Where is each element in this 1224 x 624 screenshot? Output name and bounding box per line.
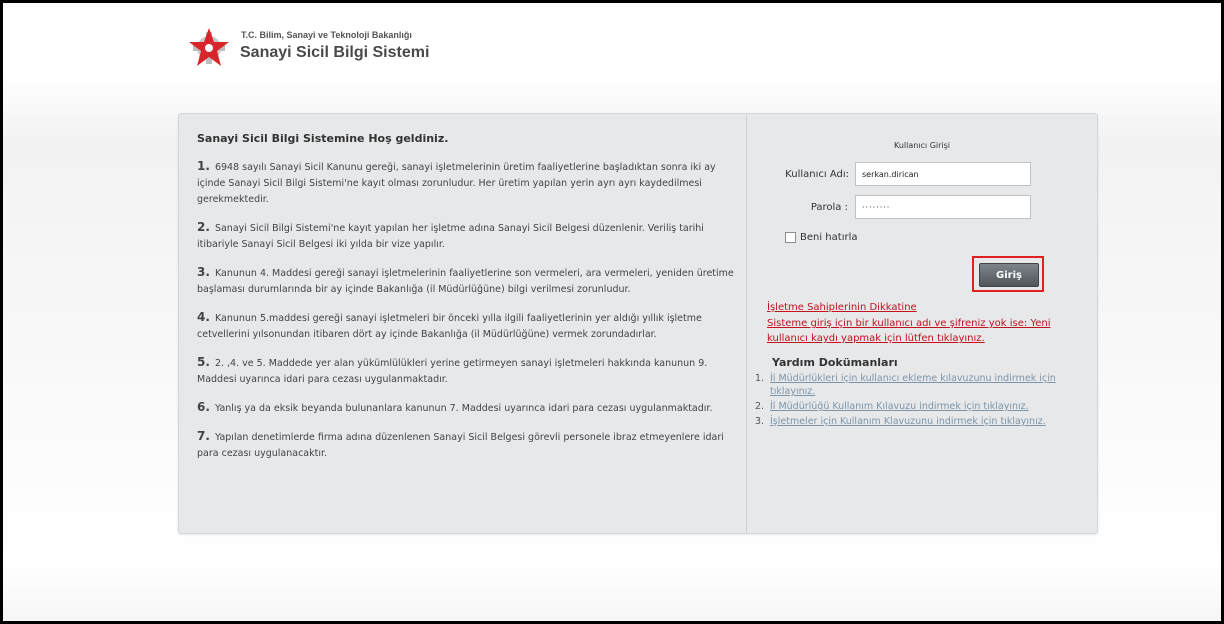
info-paragraph: 3. Kanunun 4. Maddesi gereği sanayi işle… [197, 264, 737, 298]
paragraph-number: 2. [197, 220, 210, 234]
login-button-highlight: Giriş [972, 256, 1044, 292]
info-paragraph: 7. Yapılan denetimlerde firma adına düze… [197, 428, 737, 462]
system-title: Sanayi Sicil Bilgi Sistemi [240, 44, 430, 61]
main-panel: Sanayi Sicil Bilgi Sistemine Hoş geldini… [178, 113, 1098, 534]
password-field[interactable]: ········ [855, 195, 1031, 219]
paragraph-text: 2. ,4. ve 5. Maddede yer alan yükümlülük… [197, 358, 708, 385]
login-title: Kullanıcı Girişi [893, 141, 951, 150]
help-doc-link[interactable]: İşletmeler için Kullanım Klavuzunu indir… [770, 415, 1046, 428]
help-doc-number: 3. [755, 416, 765, 427]
help-doc-item: 2. İl Müdürlüğü Kullanım Kılavuzu indirm… [755, 400, 1085, 413]
info-paragraph: 1. 6948 sayılı Sanayi Sicil Kanunu gereğ… [197, 158, 737, 208]
paragraph-text: Yanlış ya da eksik beyanda bulunanlara k… [214, 403, 713, 414]
login-button[interactable]: Giriş [979, 263, 1039, 287]
paragraph-text: Yapılan denetimlerde firma adına düzenle… [197, 432, 724, 459]
ministry-name: T.C. Bilim, Sanayi ve Teknoloji Bakanlığ… [241, 30, 412, 40]
help-doc-number: 2. [755, 401, 765, 412]
help-docs-list: 1. İl Müdürlükleri için kullanıcı ekleme… [755, 372, 1085, 430]
help-docs-title: Yardım Dokümanları [772, 356, 898, 369]
info-paragraph: 5. 2. ,4. ve 5. Maddede yer alan yükümlü… [197, 354, 737, 388]
info-paragraph: 6. Yanlış ya da eksik beyanda bulunanlar… [197, 399, 737, 417]
page-frame: T.C. Bilim, Sanayi ve Teknoloji Bakanlığ… [3, 3, 1221, 621]
info-paragraph: 2. Sanayi Sicil Bilgi Sistemi'ne kayıt y… [197, 219, 737, 253]
password-label: Parola : [810, 202, 848, 213]
info-column: Sanayi Sicil Bilgi Sistemine Hoş geldini… [197, 132, 737, 473]
paragraph-text: Kanunun 4. Maddesi gereği sanayi işletme… [197, 268, 734, 295]
info-paragraph: 4. Kanunun 5.maddesi gereği sanayi işlet… [197, 309, 737, 343]
remember-checkbox[interactable] [785, 232, 796, 243]
help-doc-link[interactable]: İl Müdürlükleri için kullanıcı ekleme kı… [770, 372, 1085, 398]
paragraph-text: Sanayi Sicil Bilgi Sistemi'ne kayıt yapı… [197, 223, 704, 250]
paragraph-number: 4. [197, 310, 210, 324]
paragraph-number: 7. [197, 429, 210, 443]
paragraph-number: 1. [197, 159, 210, 173]
help-doc-item: 3. İşletmeler için Kullanım Klavuzunu in… [755, 415, 1085, 428]
username-field[interactable]: serkan.dirican [855, 162, 1031, 186]
gear-star-logo-icon [189, 28, 229, 66]
remember-label: Beni hatırla [800, 232, 858, 243]
help-doc-link[interactable]: İl Müdürlüğü Kullanım Kılavuzu indirmek … [770, 400, 1029, 413]
paragraph-number: 5. [197, 355, 210, 369]
paragraph-number: 6. [197, 400, 210, 414]
paragraph-text: 6948 sayılı Sanayi Sicil Kanunu gereği, … [197, 162, 716, 205]
remember-me[interactable]: Beni hatırla [785, 232, 858, 243]
register-link[interactable]: Sisteme giriş için bir kullanıcı adı ve … [767, 316, 1087, 346]
login-column: Kullanıcı Girişi Kullanıcı Adı: serkan.d… [747, 114, 1097, 533]
help-doc-item: 1. İl Müdürlükleri için kullanıcı ekleme… [755, 372, 1085, 398]
paragraph-number: 3. [197, 265, 210, 279]
paragraph-text: Kanunun 5.maddesi gereği sanayi işletmel… [197, 313, 702, 340]
owners-notice-link[interactable]: İşletme Sahiplerinin Dikkatine [767, 300, 1087, 315]
help-doc-number: 1. [755, 373, 765, 384]
welcome-heading: Sanayi Sicil Bilgi Sistemine Hoş geldini… [197, 132, 449, 145]
username-label: Kullanıcı Adı: [785, 169, 849, 180]
